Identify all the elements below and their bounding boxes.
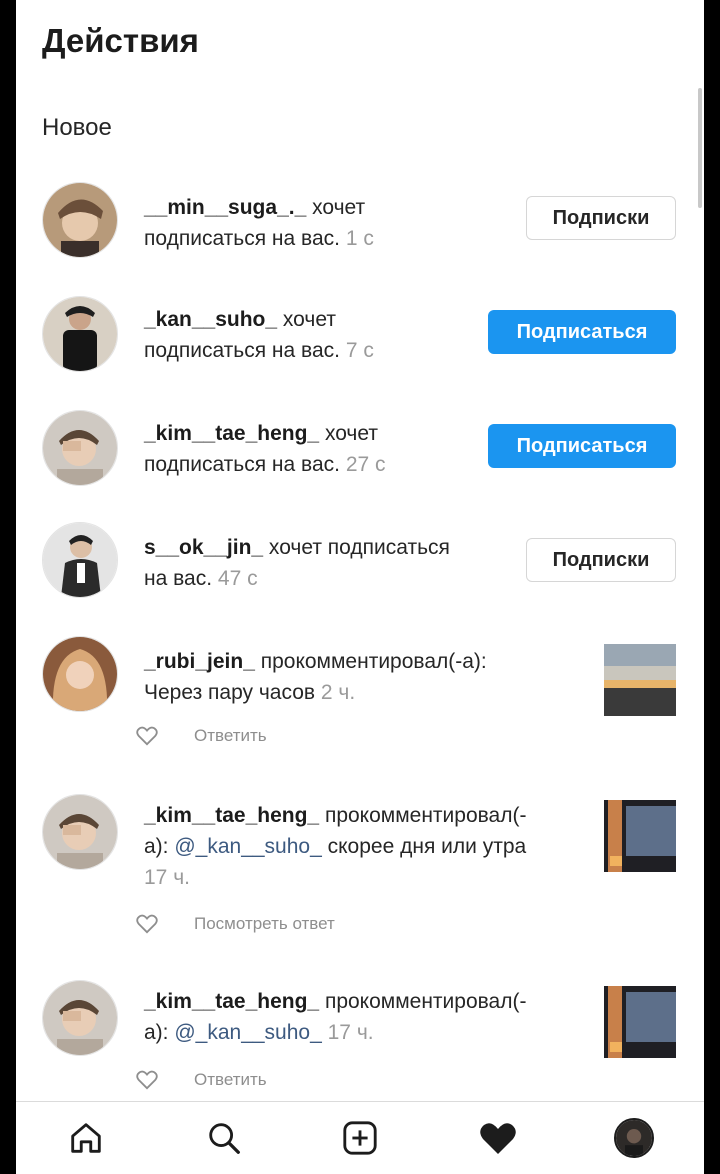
- username[interactable]: __min__suga_._: [144, 196, 306, 219]
- section-header-new: Новое: [42, 114, 112, 141]
- comment-actions: Ответить: [136, 1070, 267, 1090]
- timestamp: 27 с: [345, 453, 386, 476]
- request-text: s__ok__jin_ хочет подписаться на вас. 47…: [144, 532, 450, 594]
- comment-action: прокомментировал(-: [319, 804, 527, 827]
- comment-action: прокомментировал(-: [319, 990, 527, 1013]
- username[interactable]: _kim__tae_heng_: [144, 990, 319, 1013]
- avatar[interactable]: [42, 522, 118, 598]
- comment-body: скорее дня или утра: [321, 835, 527, 858]
- timestamp: 1 с: [345, 227, 374, 250]
- like-heart-icon[interactable]: [136, 726, 158, 746]
- timestamp: 7 с: [345, 339, 374, 362]
- home-icon[interactable]: [64, 1116, 108, 1160]
- comment-body-prefix: а):: [144, 835, 175, 858]
- timestamp: 17 ч.: [144, 866, 190, 889]
- request-text: _kim__tae_heng_ хочет подписаться на вас…: [144, 418, 386, 480]
- like-heart-icon[interactable]: [136, 914, 158, 934]
- avatar[interactable]: [42, 182, 118, 258]
- comment-text: _rubi_jein_ прокомментировал(-а): Через …: [144, 646, 487, 708]
- bottom-navigation: [16, 1101, 704, 1174]
- username[interactable]: _kim__tae_heng_: [144, 422, 319, 445]
- request-text: _kan__suho_ хочет подписаться на вас. 7 …: [144, 304, 374, 366]
- mention-link[interactable]: @_kan__suho_: [174, 835, 321, 858]
- post-thumbnail[interactable]: [604, 986, 676, 1058]
- comment-text: _kim__tae_heng_ прокомментировал(- а): @…: [144, 986, 526, 1048]
- post-thumbnail[interactable]: [604, 800, 676, 872]
- search-icon[interactable]: [202, 1116, 246, 1160]
- request-message: хочет подписаться: [263, 536, 450, 559]
- avatar[interactable]: [42, 636, 118, 712]
- mention-link[interactable]: @_kan__suho_: [174, 1021, 321, 1044]
- request-message: хочет: [277, 308, 336, 331]
- view-reply-link[interactable]: Посмотреть ответ: [194, 914, 335, 934]
- username[interactable]: _rubi_jein_: [144, 650, 255, 673]
- timestamp: 2 ч.: [320, 681, 356, 704]
- reply-link[interactable]: Ответить: [194, 1070, 267, 1090]
- username[interactable]: _kan__suho_: [144, 308, 277, 331]
- comment-actions: Ответить: [136, 726, 267, 746]
- page-title: Действия: [42, 22, 199, 59]
- request-message: хочет: [319, 422, 378, 445]
- request-message-line2: подписаться на вас.: [144, 339, 340, 362]
- request-message-line2: подписаться на вас.: [144, 453, 340, 476]
- follow-button[interactable]: Подписаться: [488, 310, 676, 354]
- comment-text: _kim__tae_heng_ прокомментировал(- а): @…: [144, 800, 526, 893]
- reply-link[interactable]: Ответить: [194, 726, 267, 746]
- activity-heart-icon[interactable]: [476, 1116, 520, 1160]
- scrollbar[interactable]: [698, 88, 702, 208]
- like-heart-icon[interactable]: [136, 1070, 158, 1090]
- add-post-icon[interactable]: [338, 1116, 382, 1160]
- request-message: хочет: [306, 196, 366, 219]
- comment-body-prefix: а):: [144, 1021, 175, 1044]
- avatar[interactable]: [42, 794, 118, 870]
- post-thumbnail[interactable]: [604, 644, 676, 716]
- comment-action: прокомментировал(-а):: [254, 650, 487, 673]
- comment-actions: Посмотреть ответ: [136, 914, 335, 934]
- activity-screen: Действия Новое __min__suga_._ хочет подп…: [16, 0, 704, 1174]
- timestamp: 47 с: [217, 567, 258, 590]
- timestamp: 17 ч.: [327, 1021, 374, 1044]
- username[interactable]: s__ok__jin_: [144, 536, 263, 559]
- avatar[interactable]: [42, 410, 118, 486]
- request-message-line2: подписаться на вас.: [144, 227, 340, 250]
- avatar[interactable]: [42, 980, 118, 1056]
- profile-avatar[interactable]: [612, 1116, 656, 1160]
- request-text: __min__suga_._ хочет подписаться на вас.…: [144, 192, 374, 254]
- request-message-line2: на вас.: [144, 567, 213, 590]
- comment-body: Через пару часов: [144, 681, 316, 704]
- username[interactable]: _kim__tae_heng_: [144, 804, 319, 827]
- avatar[interactable]: [42, 296, 118, 372]
- following-button[interactable]: Подписки: [526, 196, 676, 240]
- follow-button[interactable]: Подписаться: [488, 424, 676, 468]
- following-button[interactable]: Подписки: [526, 538, 676, 582]
